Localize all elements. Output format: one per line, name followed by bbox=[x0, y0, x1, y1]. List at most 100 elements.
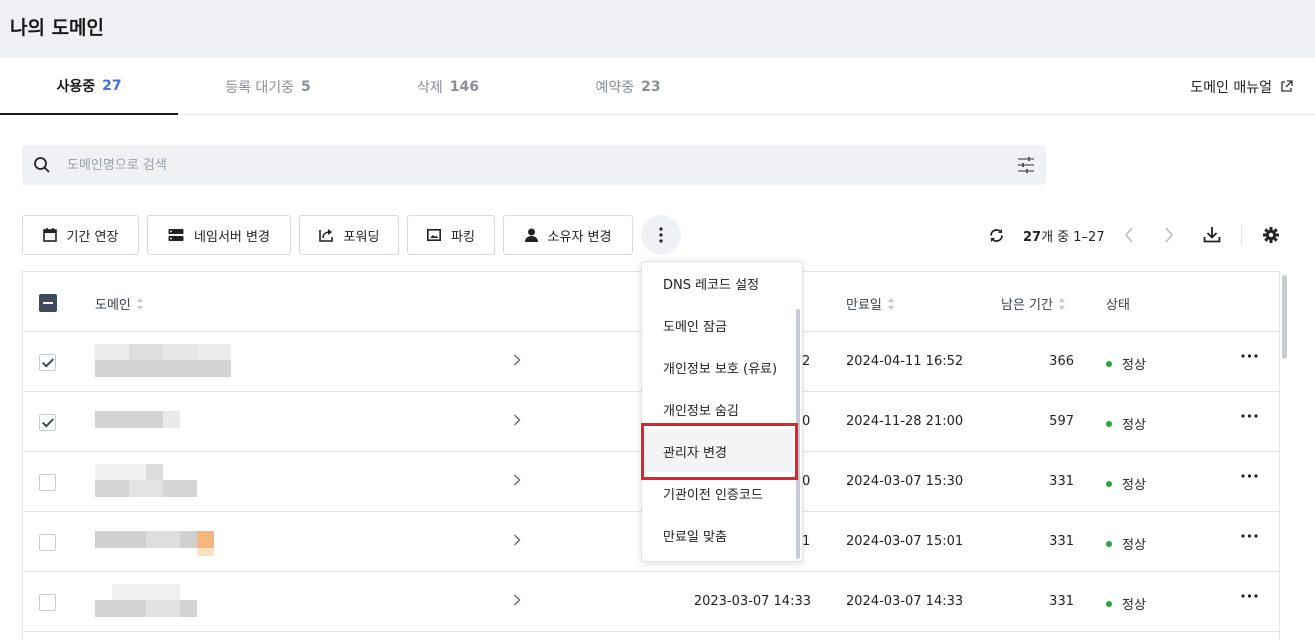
external-link-icon bbox=[1281, 80, 1293, 92]
refresh-icon[interactable] bbox=[988, 227, 1005, 244]
expiry-date-cell: 2024-03-07 15:30 bbox=[846, 474, 964, 489]
download-icon[interactable] bbox=[1203, 226, 1221, 243]
remaining-days-cell: 331 bbox=[1049, 594, 1074, 609]
status-dot bbox=[1106, 540, 1112, 547]
status-label: 정상 bbox=[1122, 358, 1146, 373]
chevron-left-icon[interactable] bbox=[1124, 227, 1134, 243]
menu-item-change-admin[interactable]: 관리자 변경 bbox=[642, 430, 797, 472]
pagination-info: 27개 중 1–27 bbox=[1023, 226, 1105, 245]
expiry-date-cell: 2024-04-11 16:52 bbox=[846, 354, 964, 369]
tab-label: 삭제 bbox=[417, 79, 443, 96]
manual-link-label: 도메인 매뉴얼 bbox=[1190, 79, 1272, 96]
button-label: 포워딩 bbox=[343, 229, 380, 245]
status-label: 정상 bbox=[1122, 538, 1146, 553]
search-bar bbox=[22, 145, 1046, 185]
chevron-right-icon[interactable] bbox=[513, 414, 521, 426]
registered-date-cell: 1 bbox=[802, 534, 811, 549]
menu-item-transfer-auth-code[interactable]: 기관이전 인증코드 bbox=[642, 472, 797, 514]
tab-deleted[interactable]: 삭제 146 bbox=[358, 58, 538, 115]
remaining-days-cell: 331 bbox=[1049, 474, 1074, 489]
dropdown-scrollbar[interactable] bbox=[796, 309, 800, 559]
chevron-right-icon[interactable] bbox=[513, 594, 521, 606]
horizontal-dots-icon[interactable] bbox=[1241, 354, 1258, 358]
server-icon bbox=[168, 229, 184, 241]
tab-count: 5 bbox=[301, 78, 311, 95]
column-header-expiry[interactable]: 만료일 bbox=[846, 294, 894, 313]
image-icon bbox=[427, 229, 442, 241]
sort-icon bbox=[1058, 297, 1065, 310]
search-input[interactable] bbox=[67, 145, 967, 185]
tab-count: 146 bbox=[449, 78, 479, 95]
menu-item-dns-record[interactable]: DNS 레코드 설정 bbox=[642, 262, 797, 304]
status-label: 정상 bbox=[1122, 598, 1146, 613]
more-actions-dropdown: DNS 레코드 설정 도메인 잠금 개인정보 보호 (유료) 개인정보 숨김 관… bbox=[641, 261, 803, 562]
tab-in-use[interactable]: 사용중 27 bbox=[0, 58, 178, 115]
filter-settings-icon[interactable] bbox=[1017, 156, 1035, 174]
status-label: 정상 bbox=[1122, 418, 1146, 433]
status-badge: 정상 bbox=[1106, 354, 1146, 373]
status-label: 정상 bbox=[1122, 478, 1146, 493]
menu-item-domain-lock[interactable]: 도메인 잠금 bbox=[642, 304, 797, 346]
change-owner-button[interactable]: 소유자 변경 bbox=[503, 215, 633, 255]
button-label: 파킹 bbox=[451, 229, 475, 245]
tab-label: 사용중 bbox=[56, 78, 96, 95]
horizontal-dots-icon[interactable] bbox=[1241, 414, 1258, 418]
expiry-date-cell: 2024-03-07 14:33 bbox=[846, 594, 964, 609]
horizontal-dots-icon[interactable] bbox=[1241, 534, 1258, 538]
tab-label: 등록 대기중 bbox=[225, 79, 295, 96]
more-actions-button[interactable] bbox=[641, 215, 681, 255]
row-checkbox[interactable] bbox=[39, 534, 56, 551]
tab-count: 23 bbox=[641, 78, 661, 95]
forward-icon bbox=[318, 229, 333, 242]
menu-item-privacy-protection[interactable]: 개인정보 보호 (유료) bbox=[642, 346, 797, 388]
row-checkbox[interactable] bbox=[39, 594, 56, 611]
column-label: 도메인 bbox=[95, 298, 131, 313]
registered-date-cell: 2023-03-07 14:33 bbox=[693, 594, 811, 609]
chevron-right-icon[interactable] bbox=[1164, 227, 1174, 243]
status-dot bbox=[1106, 480, 1112, 487]
horizontal-dots-icon[interactable] bbox=[1241, 474, 1258, 478]
column-label: 상태 bbox=[1106, 298, 1130, 313]
parking-button[interactable]: 파킹 bbox=[407, 215, 495, 255]
search-icon bbox=[34, 157, 50, 173]
status-badge: 정상 bbox=[1106, 414, 1146, 433]
registered-date-cell: 0 bbox=[802, 474, 811, 489]
chevron-right-icon[interactable] bbox=[513, 354, 521, 366]
change-nameserver-button[interactable]: 네임서버 변경 bbox=[147, 215, 291, 255]
chevron-right-icon[interactable] bbox=[513, 534, 521, 546]
table-row[interactable]: 2023-03-07 14:33 2024-03-07 14:33 331 정상 bbox=[23, 572, 1279, 632]
registered-date-cell: 2 bbox=[802, 354, 811, 369]
button-label: 소유자 변경 bbox=[547, 229, 612, 245]
forwarding-button[interactable]: 포워딩 bbox=[299, 215, 399, 255]
table-scrollbar[interactable] bbox=[1282, 275, 1287, 359]
tab-reserved[interactable]: 예약중 23 bbox=[538, 58, 718, 115]
button-label: 네임서버 변경 bbox=[194, 229, 270, 245]
person-icon bbox=[524, 228, 538, 242]
column-label: 남은 기간 bbox=[1001, 298, 1053, 313]
gear-icon[interactable] bbox=[1262, 226, 1280, 244]
sort-icon bbox=[136, 297, 143, 310]
column-header-remaining[interactable]: 남은 기간 bbox=[1001, 294, 1065, 313]
status-dot bbox=[1106, 420, 1112, 427]
row-checkbox[interactable] bbox=[39, 354, 56, 371]
column-header-domain[interactable]: 도메인 bbox=[95, 294, 143, 313]
status-dot bbox=[1106, 360, 1112, 367]
button-label: 기간 연장 bbox=[66, 229, 119, 245]
column-label: 만료일 bbox=[846, 298, 882, 313]
status-dot bbox=[1106, 600, 1112, 607]
menu-item-align-expiry[interactable]: 만료일 맞춤 bbox=[642, 514, 797, 556]
tab-bar: 사용중 27 등록 대기중 5 삭제 146 예약중 23 도메인 매뉴얼 bbox=[0, 58, 1315, 115]
sort-icon bbox=[887, 297, 894, 310]
tab-pending[interactable]: 등록 대기중 5 bbox=[178, 58, 358, 115]
chevron-right-icon[interactable] bbox=[513, 474, 521, 486]
menu-item-privacy-hide[interactable]: 개인정보 숨김 bbox=[642, 388, 797, 430]
select-all-checkbox[interactable] bbox=[39, 294, 57, 312]
extend-period-button[interactable]: 기간 연장 bbox=[22, 215, 139, 255]
remaining-days-cell: 331 bbox=[1049, 534, 1074, 549]
toolbar-divider bbox=[1241, 225, 1242, 245]
row-checkbox[interactable] bbox=[39, 414, 56, 431]
domain-manual-link[interactable]: 도메인 매뉴얼 bbox=[1190, 58, 1293, 115]
horizontal-dots-icon[interactable] bbox=[1241, 594, 1258, 598]
vertical-dots-icon bbox=[659, 227, 663, 243]
row-checkbox[interactable] bbox=[39, 474, 56, 491]
